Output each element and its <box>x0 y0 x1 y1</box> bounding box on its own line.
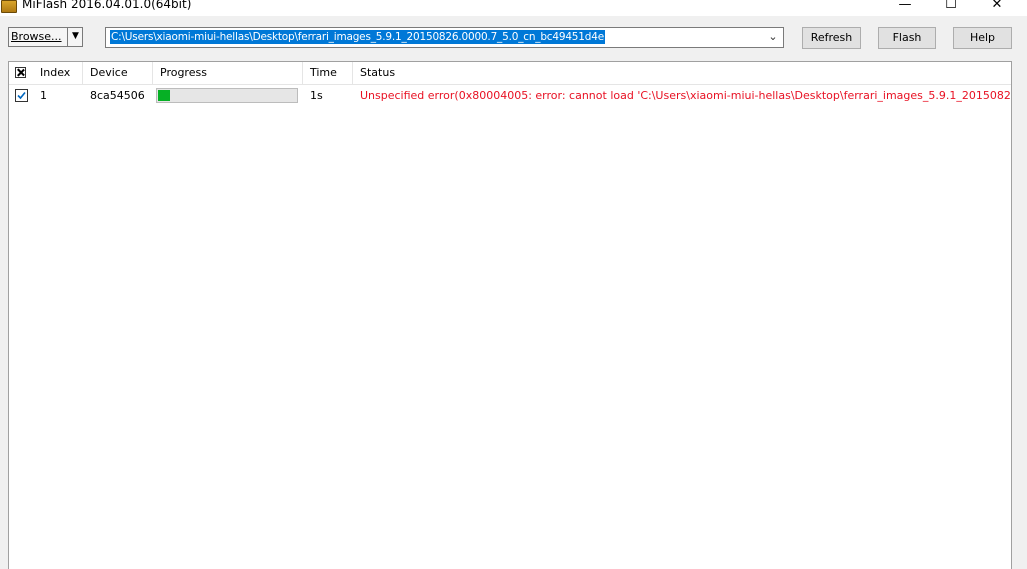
column-header-progress[interactable]: Progress <box>153 62 303 84</box>
row-status: Unspecified error(0x80004005: error: can… <box>360 89 1010 102</box>
row-index: 1 <box>40 89 47 102</box>
select-all-cell[interactable] <box>9 62 33 84</box>
refresh-button[interactable]: Refresh <box>802 27 861 49</box>
table-row[interactable]: 1 8ca54506 1s Unspecified error(0x800040… <box>9 85 1011 106</box>
row-checkbox[interactable] <box>15 89 28 102</box>
help-button[interactable]: Help <box>953 27 1012 49</box>
title-bar: MiFlash 2016.04.01.0(64bit) — ☐ ✕ <box>0 0 1027 16</box>
window-title: MiFlash 2016.04.01.0(64bit) <box>22 0 192 11</box>
checkmark-icon <box>17 91 26 100</box>
device-list-header: Index Device Progress Time Status <box>9 62 1011 85</box>
browse-split-button[interactable]: Browse... ▼ <box>8 27 83 47</box>
browse-dropdown-arrow-icon[interactable]: ▼ <box>67 28 83 46</box>
row-time: 1s <box>310 89 323 102</box>
minimize-button[interactable]: — <box>882 0 928 15</box>
column-header-device[interactable]: Device <box>83 62 153 84</box>
close-button[interactable]: ✕ <box>974 0 1020 15</box>
miflash-app-icon <box>1 0 17 13</box>
column-header-status[interactable]: Status <box>353 62 1011 84</box>
column-header-time[interactable]: Time <box>303 62 353 84</box>
flash-button[interactable]: Flash <box>878 27 936 49</box>
maximize-button[interactable]: ☐ <box>928 0 974 15</box>
toolbar: Browse... ▼ C:\Users\xiaomi-miui-hellas\… <box>0 16 1027 60</box>
select-all-checkbox[interactable] <box>15 67 26 78</box>
browse-button[interactable]: Browse... <box>11 30 62 43</box>
image-path-combobox[interactable]: C:\Users\xiaomi-miui-hellas\Desktop\ferr… <box>105 27 784 48</box>
row-device-id: 8ca54506 <box>90 89 145 102</box>
window-margin <box>1012 61 1027 569</box>
chevron-down-icon[interactable]: ⌄ <box>766 29 780 45</box>
image-path-value[interactable]: C:\Users\xiaomi-miui-hellas\Desktop\ferr… <box>110 30 605 44</box>
progress-fill <box>158 90 170 101</box>
column-header-index[interactable]: Index <box>33 62 83 84</box>
device-list[interactable]: Index Device Progress Time Status 1 8ca5… <box>8 61 1012 569</box>
row-progress-bar <box>156 88 298 103</box>
